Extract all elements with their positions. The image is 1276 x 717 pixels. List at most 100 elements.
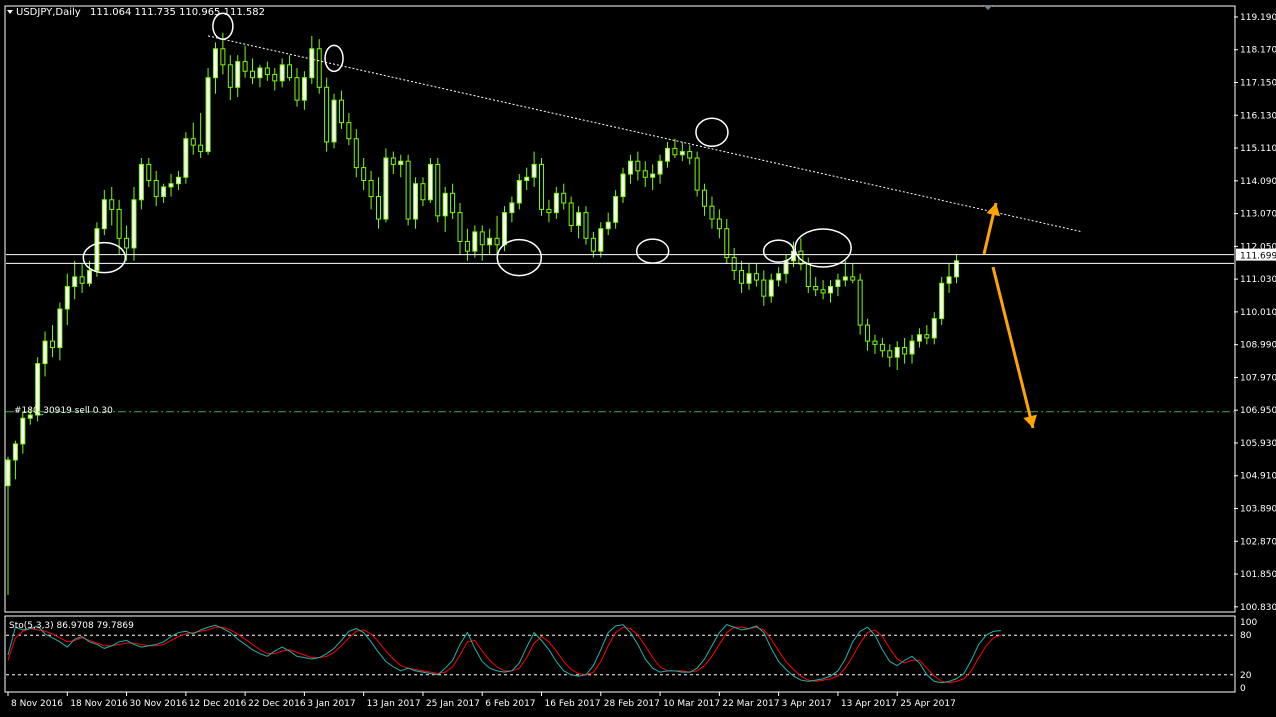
y-tick-label: 113.070 xyxy=(1240,210,1276,220)
candle-body xyxy=(257,67,263,79)
candle-body xyxy=(161,186,167,198)
candle-body xyxy=(820,289,826,294)
x-tick-label: 25 Apr 2017 xyxy=(900,699,956,709)
candle-body xyxy=(613,196,619,223)
candle-body xyxy=(472,231,478,252)
candle-body xyxy=(894,347,900,358)
candle-body xyxy=(553,192,559,214)
candle-body xyxy=(301,77,307,101)
candle-body xyxy=(5,459,11,487)
candle-body xyxy=(813,286,819,291)
candle-body xyxy=(716,218,722,230)
y-tick-label: 103.890 xyxy=(1240,505,1276,515)
y-tick-label: 117.150 xyxy=(1240,79,1276,89)
candle-body xyxy=(250,70,256,79)
candle-body xyxy=(724,228,730,259)
stochastic-label: Sto(5,3,3) 86.9708 79.7869 xyxy=(9,621,134,631)
candle-body xyxy=(939,282,945,320)
candle-body xyxy=(687,151,693,159)
candle-body xyxy=(242,61,248,72)
candle-body xyxy=(287,64,293,79)
candle-body xyxy=(524,176,530,181)
candle-body xyxy=(450,192,456,214)
candle-body xyxy=(175,176,181,185)
candle-body xyxy=(272,73,278,82)
candle-body xyxy=(531,163,537,178)
x-tick-label: 13 Jan 2017 xyxy=(367,699,421,709)
candle-body xyxy=(190,138,196,146)
candle-body xyxy=(487,237,493,246)
candle-body xyxy=(383,157,389,220)
candle-body xyxy=(946,276,952,284)
candle-body xyxy=(709,205,715,220)
stoch-scale-label: 20 xyxy=(1240,671,1252,681)
candle-body xyxy=(902,347,908,355)
candle-body xyxy=(116,208,122,239)
candle-body xyxy=(635,160,641,172)
candle-body xyxy=(12,443,18,461)
candle-body xyxy=(850,276,856,281)
candle-body xyxy=(865,324,871,342)
chart-canvas[interactable]: USDJPY,Daily 111.064 111.735 110.965 111… xyxy=(0,0,1276,713)
candle-body xyxy=(561,192,567,204)
candle-body xyxy=(346,122,352,140)
candle-body xyxy=(835,279,841,288)
candle-body xyxy=(212,48,218,79)
candle-body xyxy=(264,67,270,75)
candle-body xyxy=(57,308,63,349)
x-tick-label: 22 Mar 2017 xyxy=(722,699,779,709)
y-tick-label: 119.190 xyxy=(1240,13,1276,23)
order-label: #180_30919 sell 0.30 xyxy=(14,406,113,416)
candle-body xyxy=(294,77,300,101)
y-tick-label: 101.850 xyxy=(1240,570,1276,580)
y-tick-label: 110.010 xyxy=(1240,308,1276,318)
candle-body xyxy=(753,273,759,281)
candle-body xyxy=(427,163,433,201)
x-tick-label: 16 Feb 2017 xyxy=(545,699,601,709)
candle-body xyxy=(442,192,448,217)
candle-body xyxy=(72,276,78,288)
stoch-scale-label: 100 xyxy=(1240,618,1257,628)
x-tick-label: 28 Feb 2017 xyxy=(604,699,660,709)
candle-body xyxy=(227,64,233,88)
candle-body xyxy=(435,163,441,217)
candle-body xyxy=(109,199,115,210)
candle-body xyxy=(331,99,337,143)
x-tick-label: 13 Apr 2017 xyxy=(841,699,897,709)
candle-body xyxy=(124,237,130,249)
candle-body xyxy=(183,138,189,178)
candle-body xyxy=(924,334,930,339)
candle-body xyxy=(546,208,552,214)
candle-body xyxy=(101,199,107,230)
candle-body xyxy=(235,61,241,88)
candle-body xyxy=(702,189,708,207)
candle-body xyxy=(413,183,419,220)
candle-body xyxy=(420,183,426,201)
ohlc-readout: 111.064 111.735 110.965 111.582 xyxy=(90,7,265,18)
candle-body xyxy=(776,273,782,281)
candle-body xyxy=(338,99,344,124)
chart-window[interactable]: USDJPY,Daily 111.064 111.735 110.965 111… xyxy=(0,0,1276,713)
y-tick-label: 107.970 xyxy=(1240,373,1276,383)
candle-body xyxy=(828,286,834,294)
candle-body xyxy=(516,179,522,204)
candle-body xyxy=(64,286,70,310)
candle-body xyxy=(205,77,211,153)
y-tick-label: 106.950 xyxy=(1240,406,1276,416)
candle-body xyxy=(768,279,774,297)
candle-body xyxy=(94,228,100,271)
candle-body xyxy=(576,212,582,226)
stoch-scale-label: 0 xyxy=(1240,684,1246,694)
x-tick-label: 18 Nov 2016 xyxy=(70,699,128,709)
candle-body xyxy=(842,276,848,281)
candle-body xyxy=(479,231,485,246)
candle-body xyxy=(583,212,589,239)
candle-body xyxy=(916,334,922,342)
candle-body xyxy=(42,340,48,365)
candle-body xyxy=(857,279,863,326)
candle-body xyxy=(153,179,159,198)
y-tick-label: 116.130 xyxy=(1240,111,1276,121)
candle-body xyxy=(879,343,885,352)
x-tick-label: 8 Nov 2016 xyxy=(11,699,63,709)
candle-body xyxy=(746,273,752,284)
